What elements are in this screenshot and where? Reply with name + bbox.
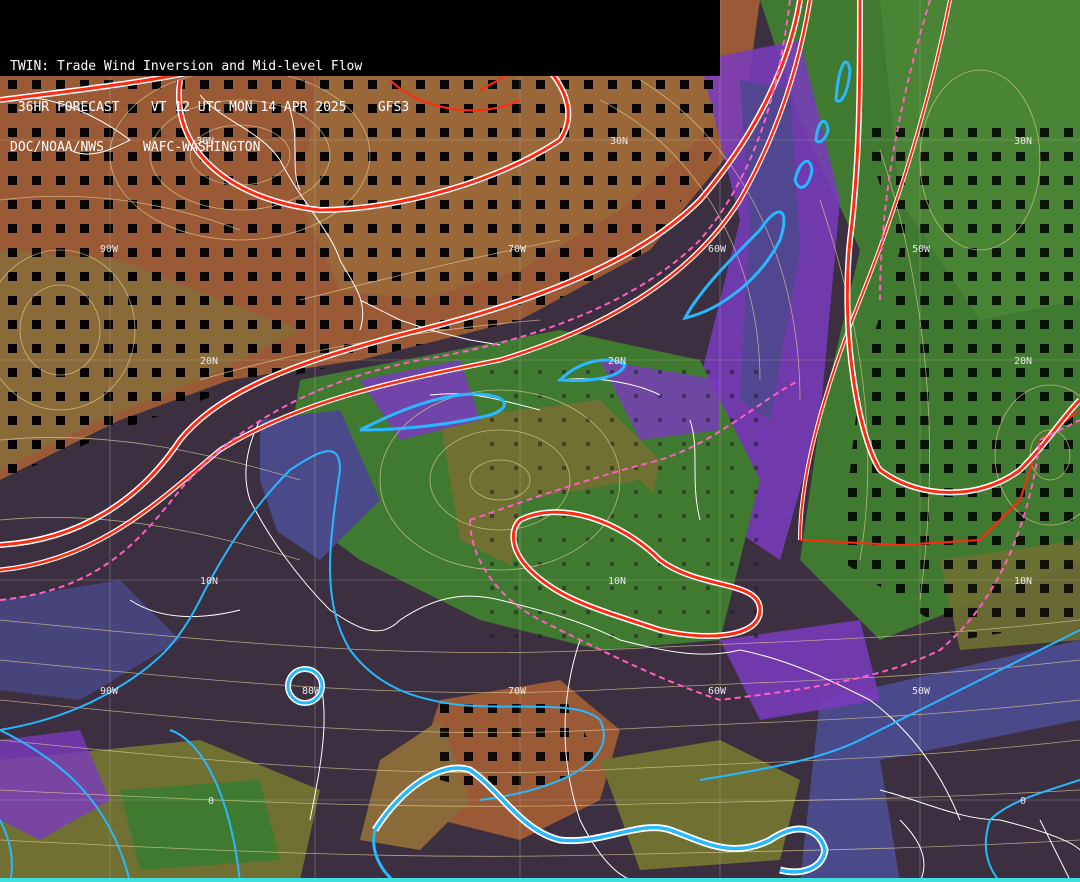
label-lon-50w-north: 50W <box>912 244 931 255</box>
label-lon-50w-south: 50W <box>912 686 931 697</box>
bottom-border-bar <box>0 878 1080 882</box>
header-title: TWIN: Trade Wind Inversion and Mid-level… <box>10 59 363 74</box>
label-lon-80w-south: 80W <box>302 686 321 697</box>
label-lat-10n-west: 10N <box>200 576 218 587</box>
label-lat-20n-east: 20N <box>1014 356 1032 367</box>
label-lon-70w-north: 70W <box>508 244 527 255</box>
forecast-header: TWIN: Trade Wind Inversion and Mid-level… <box>0 0 720 154</box>
label-equator-east: 0 <box>1020 796 1026 807</box>
twin-forecast-map: 30N 30N 30N 90W 70W 60W 50W 20N 20N 20N … <box>0 0 1080 882</box>
label-lat-20n-west: 20N <box>200 356 218 367</box>
label-lon-90w-south: 90W <box>100 686 119 697</box>
label-lon-60w-south: 60W <box>708 686 727 697</box>
header-source: DOC/NOAA/NWS WAFC-WASHINGTON <box>10 140 261 155</box>
label-lat-10n-east: 10N <box>1014 576 1032 587</box>
label-lon-70w-south: 70W <box>508 686 527 697</box>
label-lat-30n-east: 30N <box>1014 136 1032 147</box>
label-lon-90w-north: 90W <box>100 244 119 255</box>
header-forecast-time: 36HR FORECAST VT 12 UTC MON 14 APR 2025 … <box>10 99 410 115</box>
label-lon-60w-north: 60W <box>708 244 727 255</box>
label-lat-20n-mid: 20N <box>608 356 626 367</box>
label-lat-10n-mid: 10N <box>608 576 626 587</box>
label-equator-west: 0 <box>208 796 214 807</box>
